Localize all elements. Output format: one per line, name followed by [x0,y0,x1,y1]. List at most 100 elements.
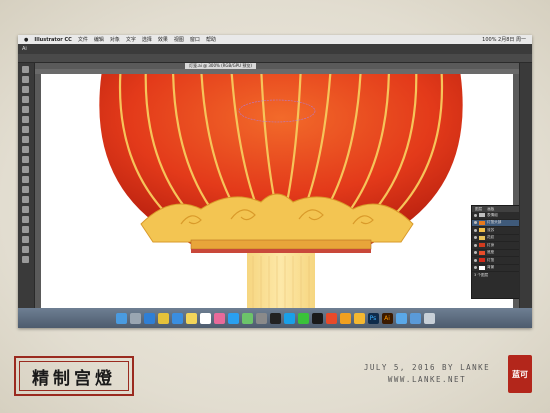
layer-row[interactable]: 灯笼 [472,257,519,265]
selection-tool-icon[interactable] [22,66,29,73]
layer-row[interactable]: 灯身 [472,242,519,250]
pen-tool-icon[interactable] [22,86,29,93]
layer-name: 底座 [487,250,495,255]
credit-block: JULY 5, 2016 BY LANKE WWW.LANKE.NET [362,362,492,386]
hand-tool-icon[interactable] [22,246,29,253]
weibo-icon[interactable] [325,312,337,324]
visibility-icon[interactable] [474,266,477,270]
credit-url[interactable]: WWW.LANKE.NET [362,374,492,386]
visibility-icon[interactable] [474,221,477,225]
browser-icon[interactable] [339,312,351,324]
menu-type[interactable]: 文字 [126,36,136,43]
layer-row[interactable]: 底座 [472,250,519,257]
line-tool-icon[interactable] [22,106,29,113]
folder-icon[interactable] [395,312,407,324]
launchpad-icon[interactable] [129,312,141,324]
menu-file[interactable]: 文件 [78,36,88,43]
blend-tool-icon[interactable] [22,206,29,213]
visibility-icon[interactable] [474,243,477,247]
layer-thumbnail [479,235,485,240]
trash-icon[interactable] [423,312,435,324]
shape-builder-icon[interactable] [22,176,29,183]
artboard-tool-icon[interactable] [22,236,29,243]
apple-icon[interactable]: ● [24,37,28,43]
layer-thumbnail [479,220,485,225]
direct-selection-tool-icon[interactable] [22,76,29,83]
status-text: 100% 2月8日 周一 [482,37,526,43]
layer-name: 表情组 [487,212,498,217]
finder-icon[interactable] [115,312,127,324]
menu-help[interactable]: 帮助 [206,36,216,43]
notes-icon[interactable] [185,312,197,324]
layer-name: 背景 [487,265,495,270]
menu-view[interactable]: 视图 [174,36,184,43]
appstore-icon[interactable] [227,312,239,324]
settings-icon[interactable] [255,312,267,324]
illustrator-icon[interactable]: Ai [381,312,393,324]
tools-panel [18,63,34,308]
menu-edit[interactable]: 编辑 [94,36,104,43]
symbol-tool-icon[interactable] [22,216,29,223]
rotate-tool-icon[interactable] [22,146,29,153]
visibility-icon[interactable] [474,258,477,262]
calendar-icon[interactable] [199,312,211,324]
graph-tool-icon[interactable] [22,226,29,233]
chrome-icon[interactable] [157,312,169,324]
layer-row[interactable]: 流苏 [472,227,519,235]
layer-thumbnail [479,258,485,263]
canvas-area[interactable]: 灯笼.ai @ 300% (RGB/GPU 预览) 图层 画板 表情组 灯笼头部… [35,63,519,308]
eyedropper-tool-icon[interactable] [22,196,29,203]
layer-row[interactable]: 表情组 [472,212,519,220]
layer-row[interactable]: 背景 [472,265,519,272]
downloads-icon[interactable] [409,312,421,324]
layer-row[interactable]: 灯笼头部 [472,219,519,227]
music-icon[interactable] [269,312,281,324]
layer-row[interactable]: 花纹 [472,235,519,242]
tab-artboards[interactable]: 画板 [487,206,494,212]
visibility-icon[interactable] [474,236,477,240]
visibility-icon[interactable] [474,251,477,255]
photos-icon[interactable] [213,312,225,324]
ai-logo-icon: Ai [22,46,27,52]
red-stamp: 蓝可 [508,355,532,393]
layers-panel[interactable]: 图层 画板 表情组 灯笼头部 流苏 花纹 灯身 底座 灯笼 背景 3 个图层 [471,205,519,299]
visibility-icon[interactable] [474,213,477,217]
mac-dock: Ps Ai [18,308,532,328]
video-icon[interactable] [311,312,323,324]
maps-icon[interactable] [241,312,253,324]
lantern-artwork[interactable] [41,63,513,308]
screenshot-frame: ● Illustrator CC 文件 编辑 对象 文字 选择 效果 视图 窗口… [18,35,532,328]
tab-layers[interactable]: 图层 [475,206,482,212]
mail-icon[interactable] [171,312,183,324]
artboard[interactable] [41,63,513,308]
layers-footer: 3 个图层 [472,272,519,279]
mac-menubar: ● Illustrator CC 文件 编辑 对象 文字 选择 效果 视图 窗口… [18,35,532,44]
menu-object[interactable]: 对象 [110,36,120,43]
scale-tool-icon[interactable] [22,156,29,163]
menu-select[interactable]: 选择 [142,36,152,43]
right-panel-dock[interactable] [520,63,532,308]
control-bar [18,54,532,63]
gradient-tool-icon[interactable] [22,186,29,193]
brush-tool-icon[interactable] [22,126,29,133]
title-seal: 精制宫燈 [14,356,134,396]
width-tool-icon[interactable] [22,166,29,173]
qq-icon[interactable] [283,312,295,324]
layer-thumbnail [479,228,485,233]
pencil-tool-icon[interactable] [22,136,29,143]
layer-thumbnail [479,213,485,218]
wechat-icon[interactable] [297,312,309,324]
sketch-icon[interactable] [353,312,365,324]
type-tool-icon[interactable] [22,96,29,103]
visibility-icon[interactable] [474,228,477,232]
credit-date: JULY 5, 2016 BY LANKE [363,363,491,372]
rectangle-tool-icon[interactable] [22,116,29,123]
layer-name: 灯笼 [487,257,495,262]
safari-icon[interactable] [143,312,155,324]
photoshop-icon[interactable]: Ps [367,312,379,324]
app-name[interactable]: Illustrator CC [34,37,71,43]
menu-effect[interactable]: 效果 [158,36,168,43]
zoom-tool-icon[interactable] [22,256,29,263]
app-toolbar: Ai [18,44,532,54]
menu-window[interactable]: 窗口 [190,36,200,43]
